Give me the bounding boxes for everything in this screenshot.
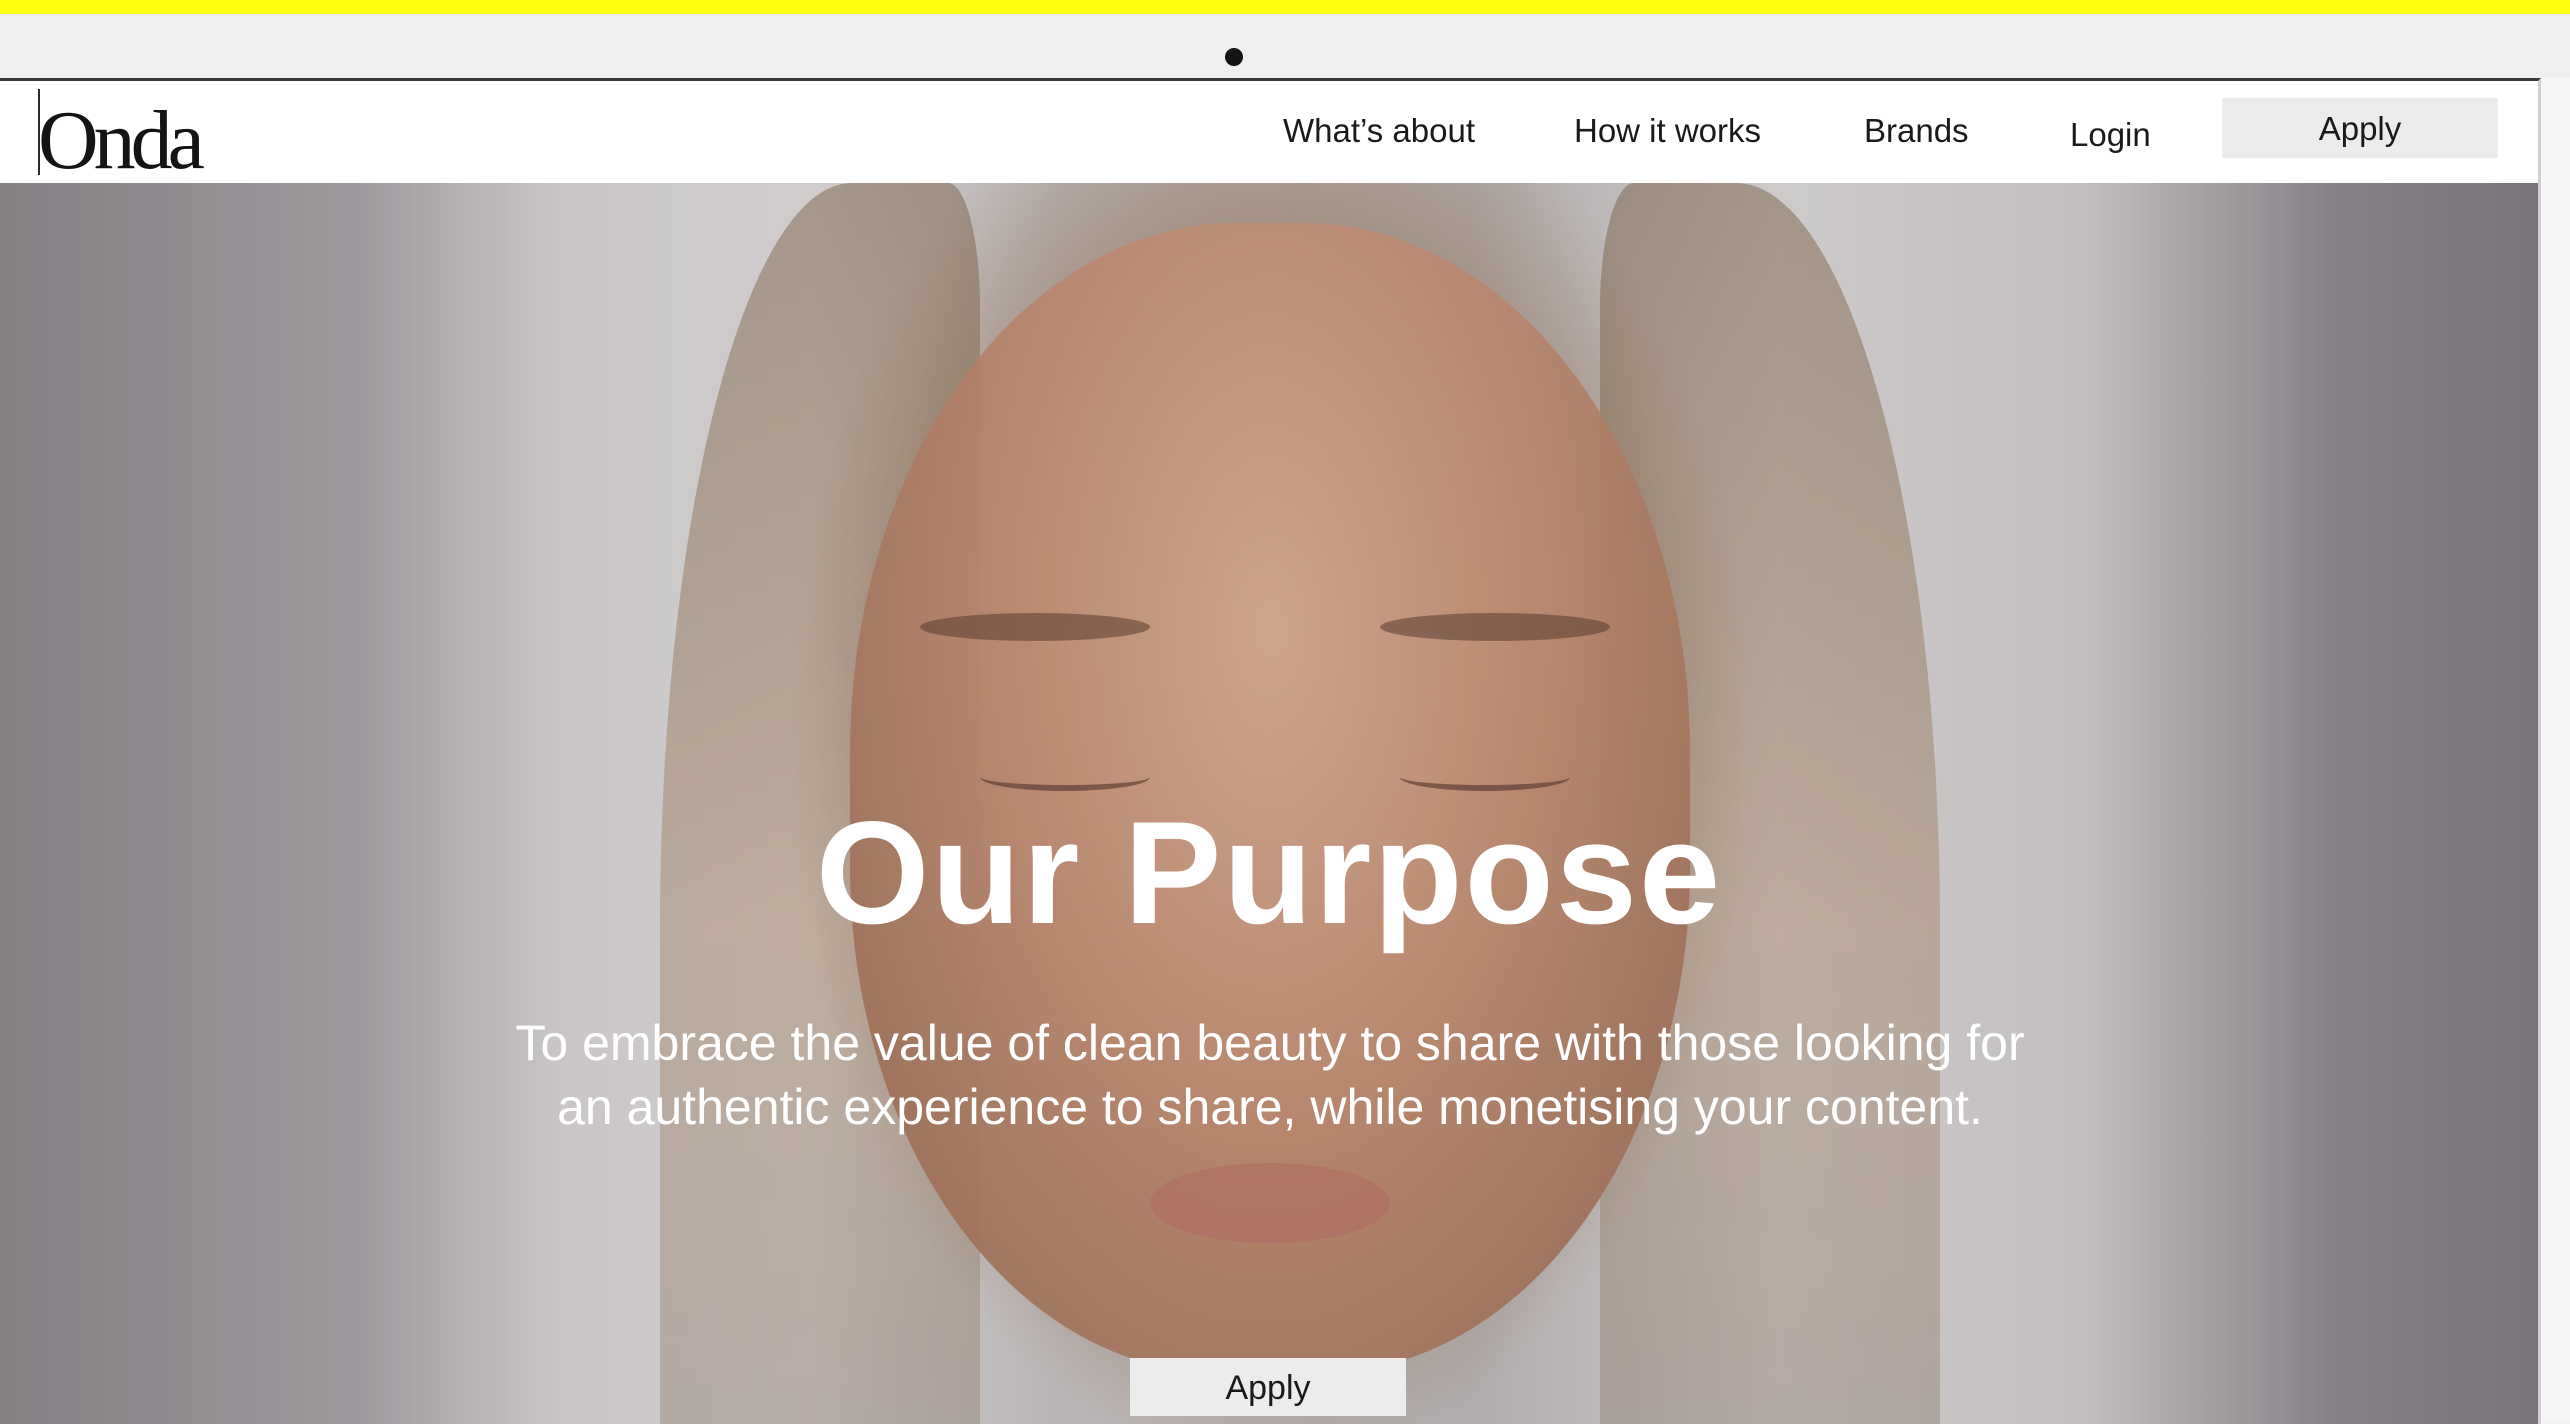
nav-link-login[interactable]: Login: [2070, 111, 2151, 159]
header-apply-button[interactable]: Apply: [2222, 98, 2498, 158]
top-highlight-bar: [0, 0, 2570, 14]
nav-link-how-it-works[interactable]: How it works: [1574, 107, 1761, 155]
nav-link-whats-about[interactable]: What’s about: [1283, 107, 1475, 155]
hero-title: Our Purpose: [815, 791, 1723, 954]
nav-link-brands[interactable]: Brands: [1864, 107, 1969, 155]
camera-icon: [1225, 48, 1243, 66]
browser-viewport: Onda What’s about How it works Brands Lo…: [0, 78, 2541, 1424]
site-logo[interactable]: Onda: [38, 91, 205, 191]
page-right-margin: [2541, 78, 2570, 1421]
hero-apply-button[interactable]: Apply: [1130, 1358, 1406, 1416]
hero-subtitle: To embrace the value of clean beauty to …: [515, 1015, 2025, 1135]
device-bezel: [0, 14, 2570, 78]
hero-section: Our Purpose To embrace the value of clea…: [0, 183, 2538, 1424]
site-header: Onda What’s about How it works Brands Lo…: [0, 81, 2538, 187]
